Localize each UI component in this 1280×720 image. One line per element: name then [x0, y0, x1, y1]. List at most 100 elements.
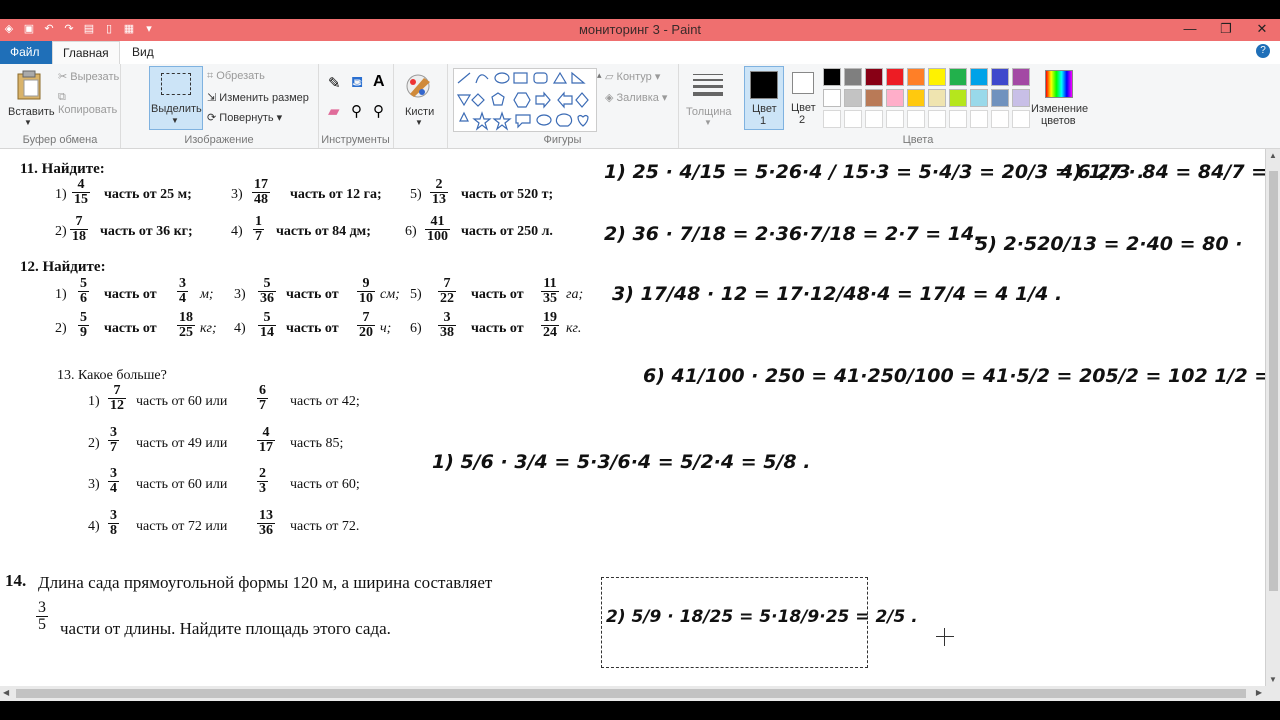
text-tool-icon[interactable]: A	[373, 73, 385, 91]
fill-button[interactable]: ◈ Заливка ▾	[605, 91, 667, 104]
p12-item-text: часть от	[104, 321, 157, 336]
ribbon: Вставить ▼ ✂ Вырезать ⧉ Копировать Буфер…	[0, 64, 1280, 149]
close-button[interactable]: ✕	[1244, 19, 1280, 41]
paste-button[interactable]: Вставить ▼	[6, 68, 55, 128]
palette-swatch[interactable]	[949, 89, 967, 107]
palette-swatch[interactable]	[886, 89, 904, 107]
shapes-gallery[interactable]	[453, 68, 597, 132]
maximize-button[interactable]: ❐	[1208, 19, 1244, 41]
palette-swatch[interactable]	[928, 68, 946, 86]
rainbow-palette-icon	[1045, 70, 1073, 98]
palette-empty-slot[interactable]	[823, 110, 841, 128]
palette-swatch[interactable]	[865, 89, 883, 107]
rotate-button[interactable]: ⟳ Повернуть ▾	[207, 111, 282, 124]
cut-button[interactable]: ✂ Вырезать	[58, 70, 119, 83]
p13-item-label: 4)	[88, 519, 100, 534]
horizontal-scroll-thumb[interactable]	[16, 689, 1246, 698]
palette-empty-slot[interactable]	[928, 110, 946, 128]
palette-swatch[interactable]	[823, 68, 841, 86]
palette-empty-slot[interactable]	[949, 110, 967, 128]
palette-swatch[interactable]	[970, 89, 988, 107]
palette-empty-slot[interactable]	[970, 110, 988, 128]
chevron-down-icon: ▼	[24, 118, 32, 127]
status-bar	[0, 701, 1280, 720]
select-label: Выделить	[151, 103, 202, 115]
palette-swatch[interactable]	[907, 68, 925, 86]
color2-button[interactable]: Цвет 2	[785, 66, 823, 128]
size-button[interactable]: Толщина ▼	[684, 68, 734, 128]
p13-item-label: 1)	[88, 394, 100, 409]
palette-swatch[interactable]	[844, 68, 862, 86]
palette-empty-slot[interactable]	[991, 110, 1009, 128]
p12-item-text: часть от	[286, 287, 339, 302]
palette-empty-slot[interactable]	[844, 110, 862, 128]
copy-button[interactable]: ⧉ Копировать	[58, 91, 120, 116]
palette-swatch[interactable]	[949, 68, 967, 86]
p11-item-label: 3)	[231, 187, 243, 202]
handwritten-solution-2: 2) 36 · 7/18 = 2·36·7/18 = 2·7 = 14.	[604, 223, 982, 245]
scroll-down-icon[interactable]: ▼	[1269, 675, 1277, 684]
canvas-area[interactable]: 11. Найдите: 1) 4 15 часть от 25 м; 3) 17…	[0, 149, 1265, 686]
p12-item-text: часть от	[104, 287, 157, 302]
size-group: Толщина ▼	[678, 64, 739, 148]
problem-13-title: 13. Какое больше?	[57, 368, 167, 383]
palette-swatch[interactable]	[928, 89, 946, 107]
palette-swatch[interactable]	[886, 68, 904, 86]
chevron-down-icon: ▼	[171, 116, 179, 125]
palette-swatch[interactable]	[991, 68, 1009, 86]
ribbon-tabs: Файл Главная Вид ?	[0, 41, 1280, 65]
scroll-right-icon[interactable]: ▶	[1256, 688, 1262, 697]
drawing-canvas[interactable]: 11. Найдите: 1) 4 15 часть от 25 м; 3) 17…	[0, 149, 1265, 686]
palette-swatch[interactable]	[823, 89, 841, 107]
palette-empty-slot[interactable]	[907, 110, 925, 128]
eraser-icon[interactable]: ▰	[328, 102, 340, 120]
handwritten-solution-13-2: 2) 5/9 · 18/25 = 5·18/9·25 = 2/5 .	[606, 607, 918, 627]
scroll-left-icon[interactable]: ◀	[3, 688, 9, 697]
brushes-button[interactable]: Кисти ▼	[399, 68, 441, 128]
palette-swatch[interactable]	[907, 89, 925, 107]
p12-fraction: 9 10	[357, 276, 375, 306]
palette-empty-slot[interactable]	[886, 110, 904, 128]
tab-home[interactable]: Главная	[52, 41, 120, 65]
magnifier-icon[interactable]: ⚲	[373, 102, 384, 120]
palette-swatch[interactable]	[865, 68, 883, 86]
p13-fraction: 7 12	[108, 383, 126, 413]
shapes-scroll-up-icon[interactable]: ▴	[597, 70, 602, 81]
p12-item-label: 5)	[410, 287, 422, 302]
resize-button[interactable]: ⇲ Изменить размер	[207, 91, 309, 104]
crop-button[interactable]: ⌗ Обрезать	[207, 70, 265, 83]
palette-swatch[interactable]	[844, 89, 862, 107]
help-icon[interactable]: ?	[1256, 44, 1270, 58]
palette-swatch[interactable]	[1012, 68, 1030, 86]
fill-bucket-icon[interactable]: ⛾	[351, 74, 363, 93]
p13-item-text: часть от 72 или	[136, 519, 228, 534]
handwritten-solution-13-1: 1) 5/6 · 3/4 = 5·3/6·4 = 5/2·4 = 5/8 .	[432, 451, 811, 473]
copy-icon: ⧉	[58, 91, 66, 103]
horizontal-scrollbar[interactable]: ◀ ▶	[0, 686, 1265, 701]
palette-empty-slot[interactable]	[865, 110, 883, 128]
chevron-down-icon: ▼	[415, 118, 423, 127]
minimize-button[interactable]: —	[1172, 19, 1208, 41]
vertical-scroll-thumb[interactable]	[1269, 171, 1278, 591]
edit-colors-button[interactable]: Изменение цветов	[1030, 66, 1090, 136]
tab-file[interactable]: Файл	[0, 41, 52, 64]
line-width-icon	[693, 74, 723, 96]
p12-fraction: 18 25	[177, 310, 195, 340]
tab-view[interactable]: Вид	[122, 41, 164, 64]
tools-group-label: Инструменты	[321, 134, 390, 146]
vertical-scrollbar[interactable]: ▲ ▼	[1265, 149, 1280, 686]
p11-fraction: 4 15	[72, 177, 90, 207]
palette-swatch[interactable]	[991, 89, 1009, 107]
p12-fraction: 7 20	[357, 310, 375, 340]
problem-11-title: 11. Найдите:	[20, 161, 105, 177]
select-button[interactable]: Выделить ▼	[149, 66, 203, 130]
palette-empty-slot[interactable]	[1012, 110, 1030, 128]
outline-button[interactable]: ▱ Контур ▾	[605, 70, 660, 83]
palette-swatch[interactable]	[1012, 89, 1030, 107]
color1-button[interactable]: Цвет 1	[744, 66, 784, 130]
color-picker-icon[interactable]: ⚲	[351, 102, 362, 120]
scroll-up-icon[interactable]: ▲	[1269, 151, 1277, 160]
pencil-icon[interactable]: ✎	[328, 74, 341, 92]
palette-swatch[interactable]	[970, 68, 988, 86]
p13-fraction: 38	[108, 508, 119, 538]
